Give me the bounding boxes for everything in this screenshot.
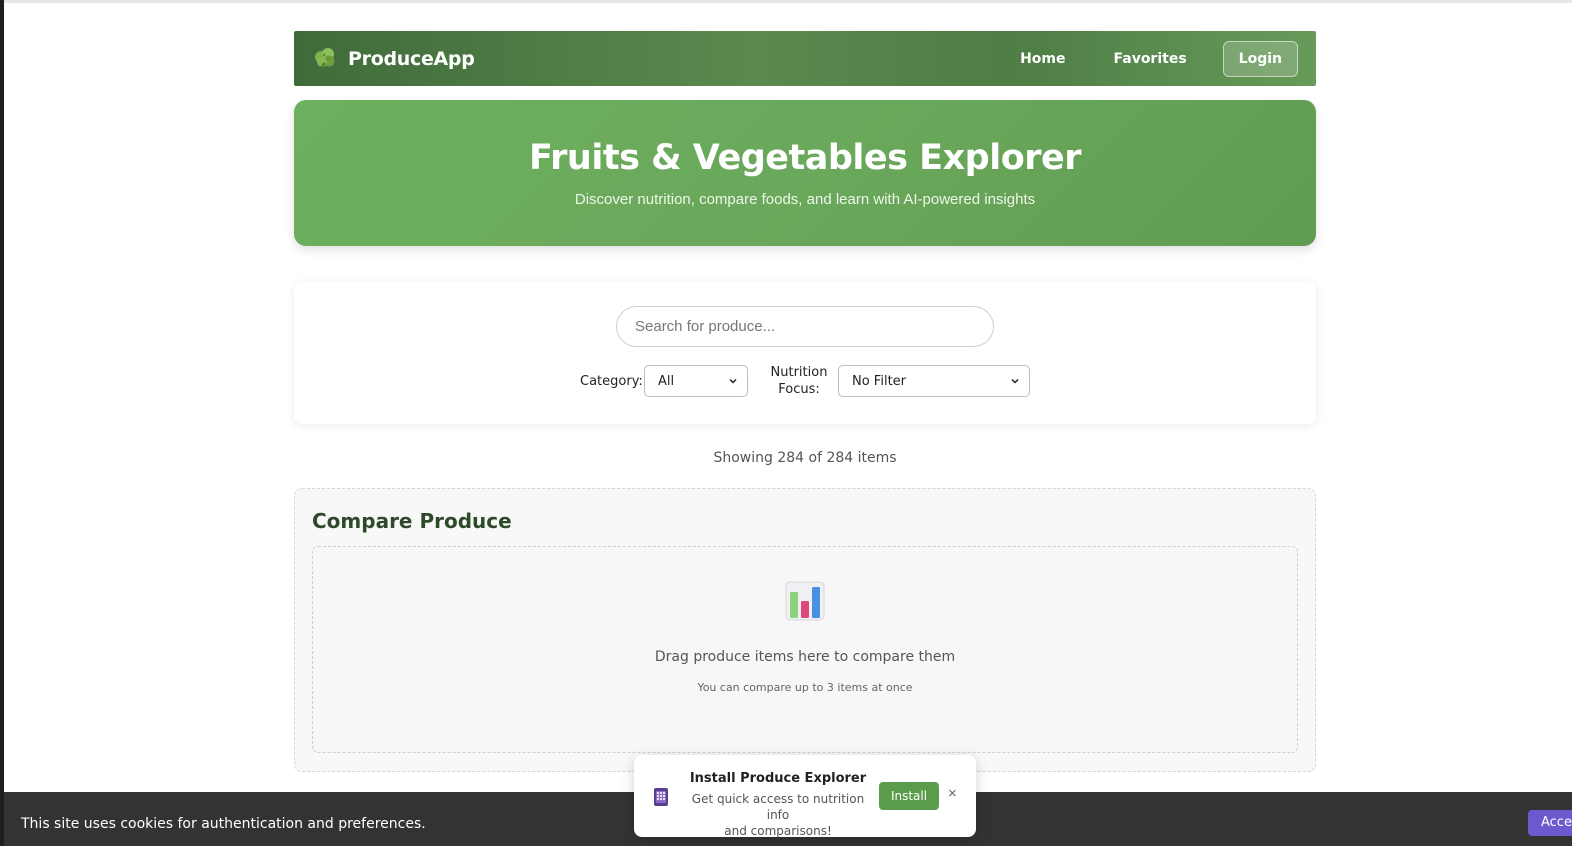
- brand[interactable]: ProduceApp: [312, 46, 475, 72]
- accept-cookies-button[interactable]: Accept: [1528, 810, 1572, 836]
- install-button[interactable]: Install: [879, 782, 939, 810]
- nav-links: Home Favorites Login: [1020, 40, 1298, 77]
- phone-icon: [654, 788, 668, 806]
- search-panel: Category: All Nutrition Focus: No Filter: [294, 282, 1316, 424]
- nutrition-focus-select[interactable]: No Filter: [838, 365, 1030, 397]
- dropzone-text: Drag produce items here to compare them: [654, 649, 956, 665]
- install-desc-line2: and comparisons!: [724, 824, 832, 838]
- bar-chart-icon: [785, 581, 825, 621]
- results-count: Showing 284 of 284 items: [713, 450, 897, 466]
- search-input[interactable]: [616, 306, 994, 347]
- nav-favorites-link[interactable]: Favorites: [1114, 51, 1187, 67]
- cookie-text: This site uses cookies for authenticatio…: [21, 816, 426, 832]
- broccoli-icon: [315, 47, 335, 70]
- dropzone-note: You can compare up to 3 items at once: [697, 681, 913, 694]
- chevron-down-icon: [1011, 378, 1019, 384]
- window-top-border: [0, 0, 1572, 3]
- category-label: Category:: [580, 374, 643, 389]
- hero-banner: Fruits & Vegetables Explorer Discover nu…: [294, 100, 1316, 246]
- nutrition-select-value: No Filter: [852, 373, 907, 389]
- compare-dropzone[interactable]: Drag produce items here to compare them …: [312, 546, 1298, 753]
- compare-title: Compare Produce: [312, 509, 512, 533]
- login-button[interactable]: Login: [1222, 40, 1298, 77]
- chevron-down-icon: [729, 378, 737, 384]
- category-select[interactable]: All: [644, 365, 748, 397]
- install-desc-line1: Get quick access to nutrition info: [691, 792, 865, 822]
- compare-section: Compare Produce Drag produce items here …: [294, 488, 1316, 772]
- nutrition-label-line1: Nutrition: [770, 365, 828, 380]
- install-prompt: Install Produce Explorer Get quick acces…: [634, 755, 976, 839]
- nutrition-focus-label: Nutrition Focus:: [768, 364, 830, 398]
- nutrition-label-line2: Focus:: [778, 382, 820, 397]
- category-select-value: All: [658, 373, 675, 389]
- close-icon[interactable]: ×: [948, 786, 960, 801]
- window-left-edge: [0, 0, 4, 846]
- navbar: ProduceApp Home Favorites Login: [294, 31, 1316, 86]
- install-title: Install Produce Explorer: [689, 771, 867, 786]
- brand-name: ProduceApp: [348, 47, 475, 70]
- hero-subtitle: Discover nutrition, compare foods, and l…: [574, 191, 1036, 208]
- install-description: Get quick access to nutrition info and c…: [684, 791, 872, 839]
- hero-title: Fruits & Vegetables Explorer: [529, 138, 1082, 178]
- nav-home-link[interactable]: Home: [1020, 51, 1065, 67]
